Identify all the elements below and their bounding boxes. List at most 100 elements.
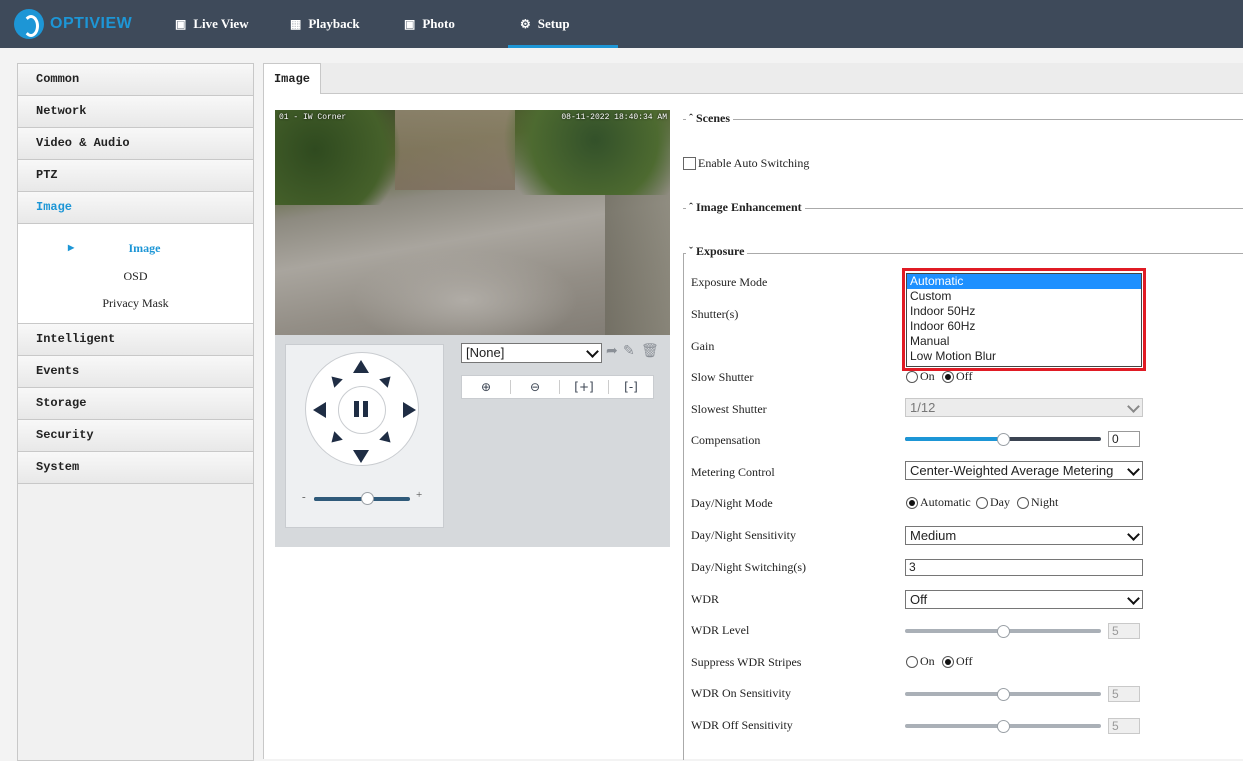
option-custom[interactable]: Custom	[907, 289, 1141, 304]
metering-select[interactable]: Center-Weighted Average Metering	[905, 461, 1143, 480]
suppress-wdr-off-radio[interactable]	[942, 656, 954, 668]
sidebar-item-system[interactable]: System	[18, 452, 253, 484]
label-exposure-mode: Exposure Mode	[691, 275, 768, 289]
label-slowest-shutter: Slowest Shutter	[691, 402, 767, 416]
compensation-knob[interactable]	[997, 433, 1010, 446]
monitor-icon: ▣	[175, 16, 187, 31]
label-daynight-sensitivity: Day/Night Sensitivity	[691, 528, 796, 542]
nav-label: Setup	[537, 16, 570, 31]
daynight-sensitivity-select[interactable]: Medium	[905, 526, 1143, 545]
section-image-enhancement[interactable]: ˆ Image Enhancement	[686, 200, 805, 215]
section-scenes[interactable]: ˆ Scenes	[686, 111, 733, 126]
label-gain: Gain	[691, 339, 715, 353]
goto-preset-icon[interactable]: ➦	[606, 343, 618, 360]
label-shutter: Shutter(s)	[691, 307, 739, 321]
daynight-automatic-radio[interactable]	[906, 497, 918, 509]
nav-live-view[interactable]: ▣ Live View	[175, 0, 249, 48]
expand-down-icon: ˇ	[689, 244, 693, 258]
wdr-off-value: 5	[1108, 718, 1140, 734]
logo-mark-icon	[14, 9, 44, 39]
divider	[683, 119, 1243, 120]
live-video-preview[interactable]: 01 - IW Corner 08-11-2022 18:40:34 AM	[275, 110, 670, 335]
exposure-mode-dropdown[interactable]: Automatic Custom Indoor 50Hz Indoor 60Hz…	[906, 273, 1142, 367]
radio-label: On	[920, 369, 935, 383]
option-low-motion-blur[interactable]: Low Motion Blur	[907, 349, 1141, 364]
option-manual[interactable]: Manual	[907, 334, 1141, 349]
section-title: Scenes	[696, 111, 730, 125]
brand-logo: OPTIVIEW	[14, 6, 132, 42]
focus-near-icon[interactable]: [+]	[560, 376, 608, 398]
focus-far-icon[interactable]: [-]	[607, 376, 655, 398]
wdr-select[interactable]: Off	[905, 590, 1143, 609]
video-overlay-timestamp: 08-11-2022 18:40:34 AM	[561, 113, 667, 122]
option-indoor-60hz[interactable]: Indoor 60Hz	[907, 319, 1141, 334]
zoom-in-icon[interactable]: ⊕	[462, 376, 510, 398]
label-metering: Metering Control	[691, 465, 775, 479]
daynight-switching-input[interactable]: 3	[905, 559, 1143, 576]
preset-select[interactable]: [None]	[461, 343, 602, 363]
sidebar-item-storage[interactable]: Storage	[18, 388, 253, 420]
option-indoor-50hz[interactable]: Indoor 50Hz	[907, 304, 1141, 319]
sidebar-item-network[interactable]: Network	[18, 96, 253, 128]
tab-bar: Image	[263, 63, 1243, 94]
radio-label: Off	[956, 369, 973, 383]
collapse-up-icon: ˆ	[689, 200, 693, 214]
section-title: Image Enhancement	[696, 200, 802, 214]
top-bar: OPTIVIEW ▣ Live View ▦ Playback ▣ Photo …	[0, 0, 1243, 48]
zoom-minus-label: -	[302, 491, 306, 503]
select-value: Off	[910, 592, 928, 607]
compensation-fill	[905, 437, 1003, 441]
sidebar-item-security[interactable]: Security	[18, 420, 253, 452]
slow-shutter-on-radio[interactable]	[906, 371, 918, 383]
sidebar-item-intelligent[interactable]: Intelligent	[18, 324, 253, 356]
compensation-value[interactable]: 0	[1108, 431, 1140, 447]
sidebar-item-image[interactable]: Image	[18, 192, 253, 224]
nav-photo[interactable]: ▣ Photo	[404, 0, 455, 48]
gear-icon: ⚙	[520, 16, 531, 31]
pan-left-icon[interactable]	[313, 402, 326, 418]
zoom-out-icon[interactable]: ⊖	[511, 376, 559, 398]
radio-label: Off	[956, 654, 973, 668]
chevron-down-icon	[1127, 463, 1140, 476]
nav-label: Photo	[422, 16, 455, 31]
pan-up-icon[interactable]	[353, 360, 369, 373]
brand-name: OPTIVIEW	[50, 15, 133, 32]
section-exposure[interactable]: ˇ Exposure	[686, 244, 748, 259]
submenu-item-privacy-mask[interactable]: Privacy Mask	[18, 296, 253, 311]
chevron-down-icon	[1127, 528, 1140, 541]
label-slow-shutter: Slow Shutter	[691, 370, 754, 384]
tab-image[interactable]: Image	[263, 63, 321, 94]
slow-shutter-off-radio[interactable]	[942, 371, 954, 383]
zoom-focus-toolbar: ⊕ ⊖ [+] [-]	[461, 375, 654, 399]
label-daynight-switching: Day/Night Switching(s)	[691, 560, 806, 574]
daynight-day-radio[interactable]	[976, 497, 988, 509]
photo-icon: ▣	[404, 16, 416, 31]
ptz-speed-knob[interactable]	[360, 492, 374, 505]
pan-down-icon[interactable]	[353, 450, 369, 463]
label-wdr-on-sensitivity: WDR On Sensitivity	[691, 686, 792, 700]
daynight-night-radio[interactable]	[1017, 497, 1029, 509]
label-daynight-mode: Day/Night Mode	[691, 496, 773, 510]
delete-preset-icon[interactable]: 🗑	[641, 343, 659, 360]
auto-switching-checkbox[interactable]	[683, 157, 696, 170]
pause-icon[interactable]	[353, 401, 369, 417]
suppress-wdr-on-radio[interactable]	[906, 656, 918, 668]
sidebar-item-video-audio[interactable]: Video & Audio	[18, 128, 253, 160]
sidebar-item-events[interactable]: Events	[18, 356, 253, 388]
submenu-item-image[interactable]: ▶ Image	[18, 241, 253, 256]
radio-label: Automatic	[920, 495, 971, 509]
film-icon: ▦	[290, 16, 302, 31]
submenu-item-osd[interactable]: OSD	[18, 269, 253, 284]
edit-preset-icon[interactable]: ✎	[623, 343, 635, 360]
pan-right-icon[interactable]	[403, 402, 416, 418]
sidebar-item-common[interactable]: Common	[18, 64, 253, 96]
nav-playback[interactable]: ▦ Playback	[290, 0, 360, 48]
label-compensation: Compensation	[691, 433, 761, 447]
option-automatic[interactable]: Automatic	[907, 274, 1141, 289]
sidebar-item-ptz[interactable]: PTZ	[18, 160, 253, 192]
slowest-shutter-select: 1/12	[905, 398, 1143, 417]
scene-tree	[495, 110, 670, 195]
label-suppress-wdr: Suppress WDR Stripes	[691, 655, 802, 669]
nav-setup[interactable]: ⚙ Setup	[508, 0, 617, 48]
chevron-down-icon	[586, 345, 599, 358]
